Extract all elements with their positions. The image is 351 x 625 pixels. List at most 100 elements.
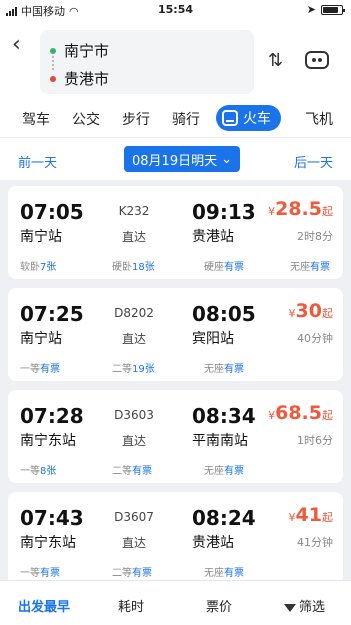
tab-train-label: 火车 [243, 111, 271, 127]
next-day-button[interactable]: 后一天 [294, 152, 333, 171]
train-number: D3603 [114, 408, 154, 422]
price-value: 28.5 [275, 198, 322, 220]
seat-availability: 有票 [132, 568, 152, 579]
arrival-time: 08:24 [192, 506, 256, 530]
seat-info: 无座有票 [290, 258, 330, 273]
seat-class: 软卧 [20, 262, 40, 273]
battery-icon [321, 4, 345, 15]
seat-class: 无座 [204, 364, 224, 375]
seat-class: 无座 [290, 262, 310, 273]
price: ¥ 41 起 [289, 504, 333, 526]
seat-availability: 有票 [224, 262, 244, 273]
seat-info: 硬卧18张 [112, 258, 155, 273]
status-bar: 中国移动 ◠ 15:54 ➤ [0, 0, 351, 20]
seat-info: 二等有票 [112, 462, 152, 477]
origin-dot-icon [50, 47, 56, 54]
duration: 41分钟 [297, 536, 333, 549]
arrival-station: 平南南站 [192, 433, 248, 449]
arrival-station: 贵港站 [192, 229, 234, 245]
seat-class: 无座 [204, 466, 224, 477]
seat-class: 一等 [20, 568, 40, 579]
status-right: ➤ [306, 3, 345, 16]
more-options-icon[interactable] [305, 51, 329, 69]
price: ¥ 30 起 [289, 300, 333, 322]
seat-class: 二等 [112, 364, 132, 375]
tab-flight[interactable]: 飞机 [305, 109, 333, 129]
tab-train[interactable]: 火车 [216, 105, 281, 131]
departure-station: 南宁站 [20, 229, 62, 245]
seat-class: 二等 [112, 466, 132, 477]
seat-availability: 8张 [40, 466, 57, 477]
location-arrow-icon: ➤ [306, 3, 316, 16]
departure-station: 南宁东站 [20, 535, 76, 551]
seat-class: 一等 [20, 466, 40, 477]
departure-station: 南宁站 [20, 331, 62, 347]
arrival-station: 贵港站 [192, 535, 234, 551]
seat-availability: 18张 [132, 262, 155, 273]
seat-class: 二等 [112, 568, 132, 579]
destination-row[interactable]: 贵港市 [50, 68, 109, 89]
train-card[interactable]: 07:05 南宁站 K232 直达 09:13 贵港站 ¥ 28.5 起 2时8… [8, 186, 343, 279]
arrival-time: 08:34 [192, 404, 256, 428]
seat-info: 硬座有票 [204, 258, 244, 273]
price-currency: ¥ [288, 511, 296, 524]
price-currency: ¥ [268, 409, 276, 422]
train-type: 直达 [121, 230, 146, 244]
arrival-time: 09:13 [192, 200, 256, 224]
sort-price-button[interactable]: 票价 [206, 596, 232, 615]
seat-availability: 有票 [40, 568, 60, 579]
seat-availability: 有票 [224, 568, 244, 579]
destination-city: 贵港市 [64, 70, 110, 88]
price: ¥ 28.5 起 [268, 198, 333, 220]
date-label: 08月19日明天 [132, 153, 218, 169]
train-type: 直达 [121, 536, 146, 550]
tab-bus[interactable]: 公交 [72, 109, 100, 129]
route-box[interactable]: 南宁市 贵港市 [40, 30, 254, 94]
seat-availability: 有票 [40, 364, 60, 375]
train-icon [222, 110, 238, 126]
train-number: D8202 [114, 306, 154, 320]
route-header: ‹ 南宁市 贵港市 ⇅ [0, 20, 351, 100]
train-card[interactable]: 07:25 南宁站 D8202 直达 08:05 宾阳站 ¥ 30 起 40分钟… [8, 288, 343, 381]
origin-city: 南宁市 [64, 42, 110, 60]
tab-bike[interactable]: 骑行 [172, 109, 200, 129]
prev-day-button[interactable]: 前一天 [18, 152, 57, 171]
origin-row[interactable]: 南宁市 [50, 40, 109, 61]
seat-class: 硬座 [204, 262, 224, 273]
seat-availability: 有票 [224, 466, 244, 477]
seat-availability: 有票 [224, 364, 244, 375]
train-card[interactable]: 07:28 南宁东站 D3603 直达 08:34 平南南站 ¥ 68.5 起 … [8, 390, 343, 483]
price-value: 68.5 [275, 402, 322, 424]
seat-info: 一等8张 [20, 462, 56, 477]
duration: 40分钟 [297, 332, 333, 345]
filter-button[interactable]: 筛选 [284, 596, 325, 615]
train-card[interactable]: 07:43 南宁东站 D3607 直达 08:24 贵港站 ¥ 41 起 41分… [8, 492, 343, 585]
price-currency: ¥ [268, 205, 276, 218]
swap-icon[interactable]: ⇅ [268, 50, 283, 71]
tab-drive[interactable]: 驾车 [22, 109, 50, 129]
departure-time: 07:43 [20, 506, 84, 530]
back-icon[interactable]: ‹ [12, 32, 21, 57]
seat-info: 一等有票 [20, 564, 60, 579]
tab-walk[interactable]: 步行 [122, 109, 150, 129]
chevron-down-icon: ⌄ [221, 151, 232, 167]
sort-earliest-button[interactable]: 出发最早 [18, 596, 70, 615]
price-suffix: 起 [322, 409, 333, 422]
price: ¥ 68.5 起 [268, 402, 333, 424]
seat-info: 一等有票 [20, 360, 60, 375]
seat-class: 硬卧 [112, 262, 132, 273]
seat-info: 无座有票 [204, 564, 244, 579]
train-type: 直达 [121, 434, 146, 448]
train-number: D3607 [114, 510, 154, 524]
departure-station: 南宁东站 [20, 433, 76, 449]
sort-duration-button[interactable]: 耗时 [118, 596, 144, 615]
destination-dot-icon [50, 75, 56, 82]
seat-info: 软卧7张 [20, 258, 56, 273]
date-selector[interactable]: 08月19日明天 ⌄ [124, 146, 240, 172]
train-number: K232 [118, 204, 150, 218]
price-suffix: 起 [322, 511, 333, 524]
departure-time: 07:25 [20, 302, 84, 326]
arrival-station: 宾阳站 [192, 331, 234, 347]
price-suffix: 起 [322, 307, 333, 320]
seat-availability: 19张 [132, 364, 155, 375]
